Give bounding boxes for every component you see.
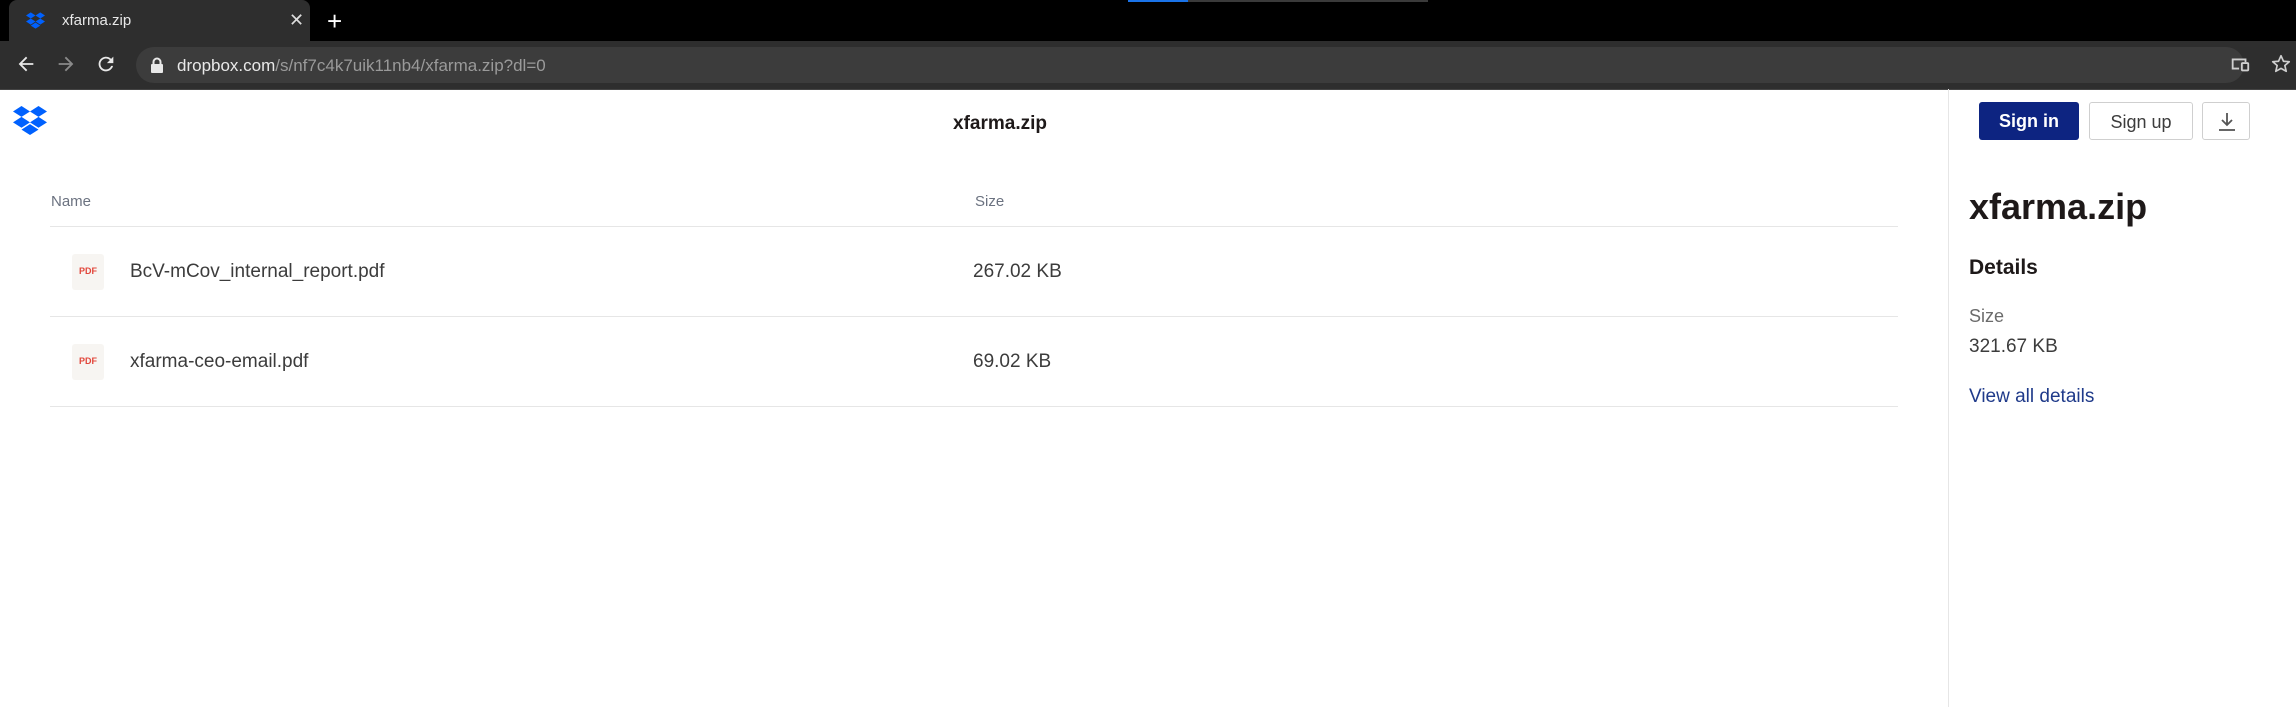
reload-icon[interactable] xyxy=(95,53,117,80)
browser-tab[interactable]: xfarma.zip ✕ xyxy=(9,0,310,41)
file-size: 69.02 KB xyxy=(973,351,1052,372)
size-label: Size xyxy=(1969,306,2005,326)
browser-toolbar: dropbox.com/s/nf7c4k7uik11nb4/xfarma.zip… xyxy=(0,41,2296,90)
page-title: xfarma.zip xyxy=(953,113,1047,134)
dropbox-icon xyxy=(26,12,45,34)
cast-icon[interactable] xyxy=(2229,53,2251,80)
pdf-file-icon: PDF xyxy=(72,254,104,290)
address-bar[interactable]: dropbox.com/s/nf7c4k7uik11nb4/xfarma.zip… xyxy=(136,47,2244,83)
file-name[interactable]: xfarma-ceo-email.pdf xyxy=(130,351,308,373)
plus-icon[interactable]: + xyxy=(327,8,342,34)
lock-icon[interactable] xyxy=(150,57,164,78)
sidebar-divider xyxy=(1948,89,1949,707)
star-icon[interactable] xyxy=(2270,53,2292,80)
divider xyxy=(50,406,1898,407)
sign-in-button[interactable]: Sign in xyxy=(1979,102,2079,140)
pdf-file-icon: PDF xyxy=(72,344,104,380)
file-row[interactable]: PDF xfarma-ceo-email.pdf 69.02 KB xyxy=(50,317,1898,406)
file-name[interactable]: BcV-mCov_internal_report.pdf xyxy=(130,261,385,283)
forward-icon[interactable] xyxy=(55,53,77,80)
sidebar-title: xfarma.zip xyxy=(1969,186,2148,227)
loading-indicator xyxy=(1128,0,1428,2)
view-all-details-link[interactable]: View all details xyxy=(1969,386,2094,408)
column-header-name[interactable]: Name xyxy=(51,193,91,210)
column-header-size[interactable]: Size xyxy=(975,193,1004,210)
browser-tab-strip: xfarma.zip ✕ + xyxy=(0,0,2296,41)
sign-up-button[interactable]: Sign up xyxy=(2089,102,2193,140)
details-heading: Details xyxy=(1969,256,2038,279)
file-row[interactable]: PDF BcV-mCov_internal_report.pdf 267.02 … xyxy=(50,227,1898,316)
url-path: /s/nf7c4k7uik11nb4/xfarma.zip?dl=0 xyxy=(275,56,546,75)
close-icon[interactable]: ✕ xyxy=(289,11,304,29)
size-value: 321.67 KB xyxy=(1969,336,2058,357)
file-size: 267.02 KB xyxy=(973,261,1062,282)
download-icon xyxy=(2219,113,2235,131)
download-button[interactable] xyxy=(2202,102,2250,140)
back-icon[interactable] xyxy=(15,53,37,80)
url-domain: dropbox.com xyxy=(177,56,276,75)
dropbox-logo-icon[interactable] xyxy=(13,106,47,140)
url-text: dropbox.com/s/nf7c4k7uik11nb4/xfarma.zip… xyxy=(177,56,546,76)
tab-title: xfarma.zip xyxy=(62,12,132,29)
